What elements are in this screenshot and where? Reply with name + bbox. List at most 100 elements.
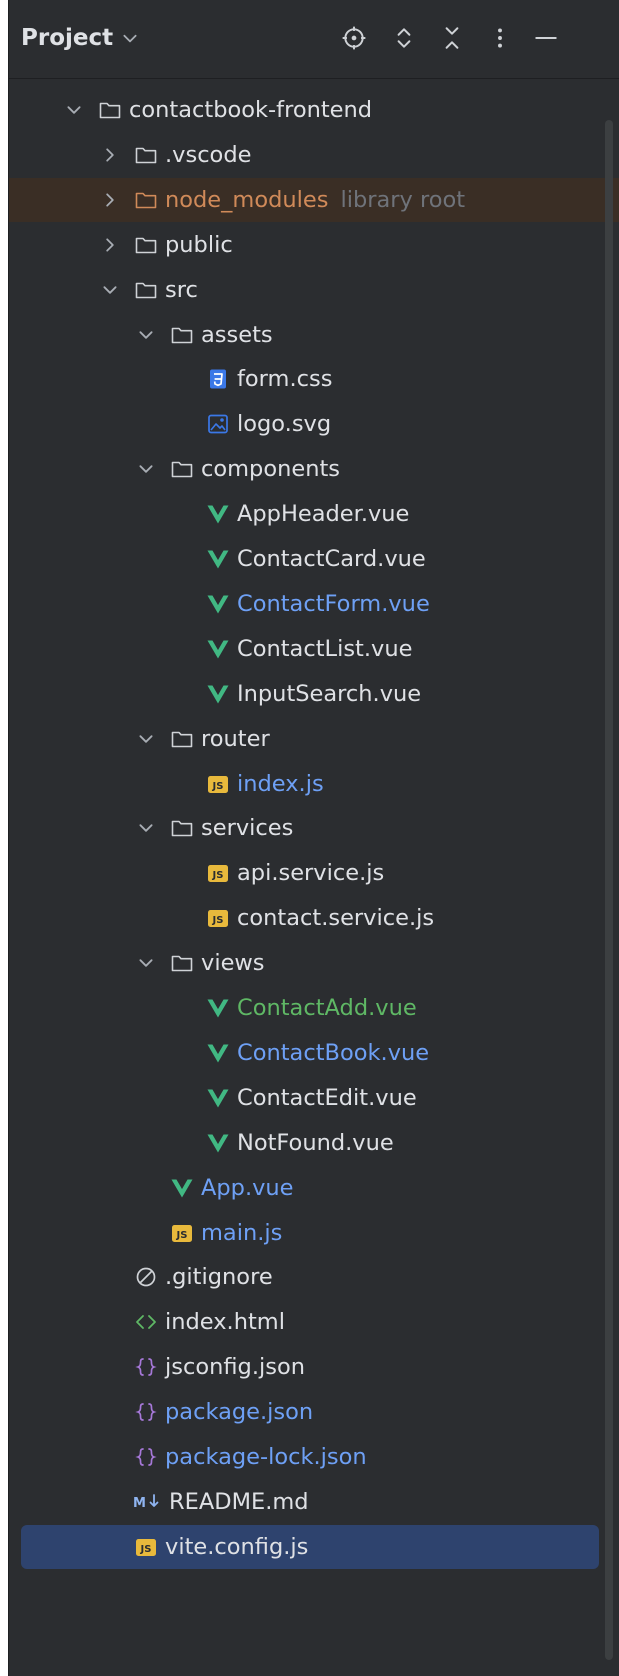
css-file-icon bbox=[205, 366, 231, 392]
expand-toggle[interactable] bbox=[99, 279, 121, 301]
file-tree-item[interactable]: ContactForm.vue bbox=[9, 582, 619, 626]
folder-tree-item[interactable]: src bbox=[9, 268, 619, 312]
file-tree-item[interactable]: JS vite.config.js bbox=[21, 1524, 599, 1569]
expand-toggle[interactable] bbox=[135, 952, 157, 974]
project-header: Project bbox=[9, 0, 619, 79]
expand-all-icon bbox=[397, 28, 411, 48]
tree-item-label: contactbook-frontend bbox=[129, 97, 373, 123]
vue-file-icon bbox=[205, 1130, 231, 1156]
image-file-icon bbox=[205, 411, 231, 437]
chevron-down-icon bbox=[103, 285, 117, 294]
file-tree-item[interactable]: JS api.service.js bbox=[9, 851, 619, 895]
tree-item-label: InputSearch.vue bbox=[237, 680, 422, 707]
folder-icon bbox=[133, 142, 159, 168]
file-tree-item[interactable]: ContactBook.vue bbox=[9, 1031, 619, 1075]
svg-text:JS: JS bbox=[212, 781, 224, 792]
folder-icon bbox=[169, 322, 195, 348]
folder-tree-item[interactable]: views bbox=[9, 941, 619, 985]
chevron-down-icon bbox=[139, 330, 153, 339]
file-tree-item[interactable]: ContactAdd.vue bbox=[9, 986, 619, 1030]
file-tree-item[interactable]: ContactEdit.vue bbox=[9, 1076, 619, 1120]
file-tree-item[interactable]: ContactCard.vue bbox=[9, 537, 619, 581]
expand-all-button[interactable] bbox=[385, 19, 423, 57]
tree-item-label: index.js bbox=[237, 770, 324, 797]
folder-icon bbox=[169, 950, 195, 976]
file-tree-item[interactable]: .gitignore bbox=[9, 1255, 619, 1299]
file-tree-item[interactable]: AppHeader.vue bbox=[9, 492, 619, 536]
file-tree-item[interactable]: package-lock.json bbox=[9, 1435, 619, 1479]
tree-item-label: public bbox=[165, 231, 233, 258]
file-tree-item[interactable]: JS contact.service.js bbox=[9, 896, 619, 940]
tree-item-label: vite.config.js bbox=[165, 1533, 309, 1560]
folder-tree-item[interactable]: router bbox=[9, 717, 619, 761]
file-tree-item[interactable]: InputSearch.vue bbox=[9, 672, 619, 716]
tree-item-label: .vscode bbox=[165, 141, 252, 168]
file-tree-item[interactable]: index.html bbox=[9, 1300, 619, 1344]
expand-toggle[interactable] bbox=[99, 234, 121, 256]
file-tree-item[interactable]: M README.md bbox=[9, 1480, 619, 1524]
folder-tree-item[interactable]: assets bbox=[9, 313, 619, 357]
expand-toggle[interactable] bbox=[99, 189, 121, 211]
expand-toggle[interactable] bbox=[135, 458, 157, 480]
file-tree-item[interactable]: jsconfig.json bbox=[9, 1345, 619, 1389]
js-file-icon: JS bbox=[205, 905, 231, 931]
minimize-button[interactable] bbox=[527, 19, 565, 57]
minimize-icon bbox=[535, 37, 557, 39]
folder-tree-item[interactable]: services bbox=[9, 806, 619, 850]
collapse-all-button[interactable] bbox=[433, 19, 471, 57]
tree-item-label: NotFound.vue bbox=[237, 1129, 394, 1156]
project-view-selector[interactable]: Project bbox=[21, 20, 139, 56]
project-title: Project bbox=[21, 25, 114, 51]
file-tree-item[interactable]: JS main.js bbox=[9, 1211, 619, 1255]
tree-item-label: ContactForm.vue bbox=[237, 590, 430, 617]
file-tree-item[interactable]: App.vue bbox=[9, 1166, 619, 1210]
file-tree-item[interactable]: JS index.js bbox=[9, 762, 619, 806]
tree-item-label: package.json bbox=[165, 1399, 314, 1426]
file-tree-item[interactable]: package.json bbox=[9, 1390, 619, 1434]
tree-scrollbar[interactable] bbox=[605, 120, 613, 1660]
tree-item-label: logo.svg bbox=[237, 411, 332, 438]
tree-item-label: ContactEdit.vue bbox=[237, 1084, 417, 1111]
folder-tree-item[interactable]: public bbox=[9, 223, 619, 267]
chevron-right-icon bbox=[106, 148, 114, 162]
vue-file-icon bbox=[205, 1040, 231, 1066]
tree-item-label: ContactCard.vue bbox=[237, 546, 426, 572]
markdown-file-icon: M bbox=[133, 1489, 163, 1515]
js-file-icon: JS bbox=[205, 860, 231, 886]
folder-tree-item[interactable]: components bbox=[9, 447, 619, 491]
file-tree-item[interactable]: form.css bbox=[9, 357, 619, 401]
expand-toggle[interactable] bbox=[135, 817, 157, 839]
collapse-all-icon bbox=[445, 27, 459, 49]
js-file-icon: JS bbox=[169, 1220, 195, 1246]
svg-text:JS: JS bbox=[176, 1230, 188, 1241]
chevron-down-icon bbox=[139, 824, 153, 833]
more-options-button[interactable] bbox=[481, 19, 519, 57]
vue-file-icon bbox=[205, 636, 231, 662]
tree-item-label: assets bbox=[201, 321, 273, 348]
folder-icon bbox=[169, 726, 195, 752]
tree-item-label: src bbox=[165, 276, 198, 303]
chevron-down-icon bbox=[139, 734, 153, 743]
js-file-icon: JS bbox=[133, 1534, 159, 1560]
locate-file-button[interactable] bbox=[335, 19, 373, 57]
expand-toggle[interactable] bbox=[99, 144, 121, 166]
chevron-down-icon bbox=[123, 34, 137, 43]
expand-toggle[interactable] bbox=[135, 324, 157, 346]
folder-tree-item[interactable]: node_modules library root bbox=[9, 177, 619, 222]
tree-item-label: index.html bbox=[165, 1309, 285, 1336]
json-file-icon bbox=[133, 1399, 159, 1425]
tree-item-label: form.css bbox=[237, 366, 333, 393]
vue-file-icon bbox=[205, 1085, 231, 1111]
html-file-icon bbox=[133, 1309, 159, 1335]
folder-tree-item[interactable]: contactbook-frontend bbox=[9, 88, 619, 132]
project-tool-window: Project contactbook-frontend .vscode nod… bbox=[8, 0, 619, 1676]
tree-item-label: README.md bbox=[169, 1488, 309, 1515]
tree-item-label: contact.service.js bbox=[237, 905, 435, 932]
expand-toggle[interactable] bbox=[135, 728, 157, 750]
file-tree-item[interactable]: ContactList.vue bbox=[9, 627, 619, 671]
chevron-right-icon bbox=[106, 193, 114, 207]
file-tree-item[interactable]: NotFound.vue bbox=[9, 1121, 619, 1165]
file-tree-item[interactable]: logo.svg bbox=[9, 402, 619, 446]
folder-tree-item[interactable]: .vscode bbox=[9, 133, 619, 177]
expand-toggle[interactable] bbox=[63, 99, 85, 121]
